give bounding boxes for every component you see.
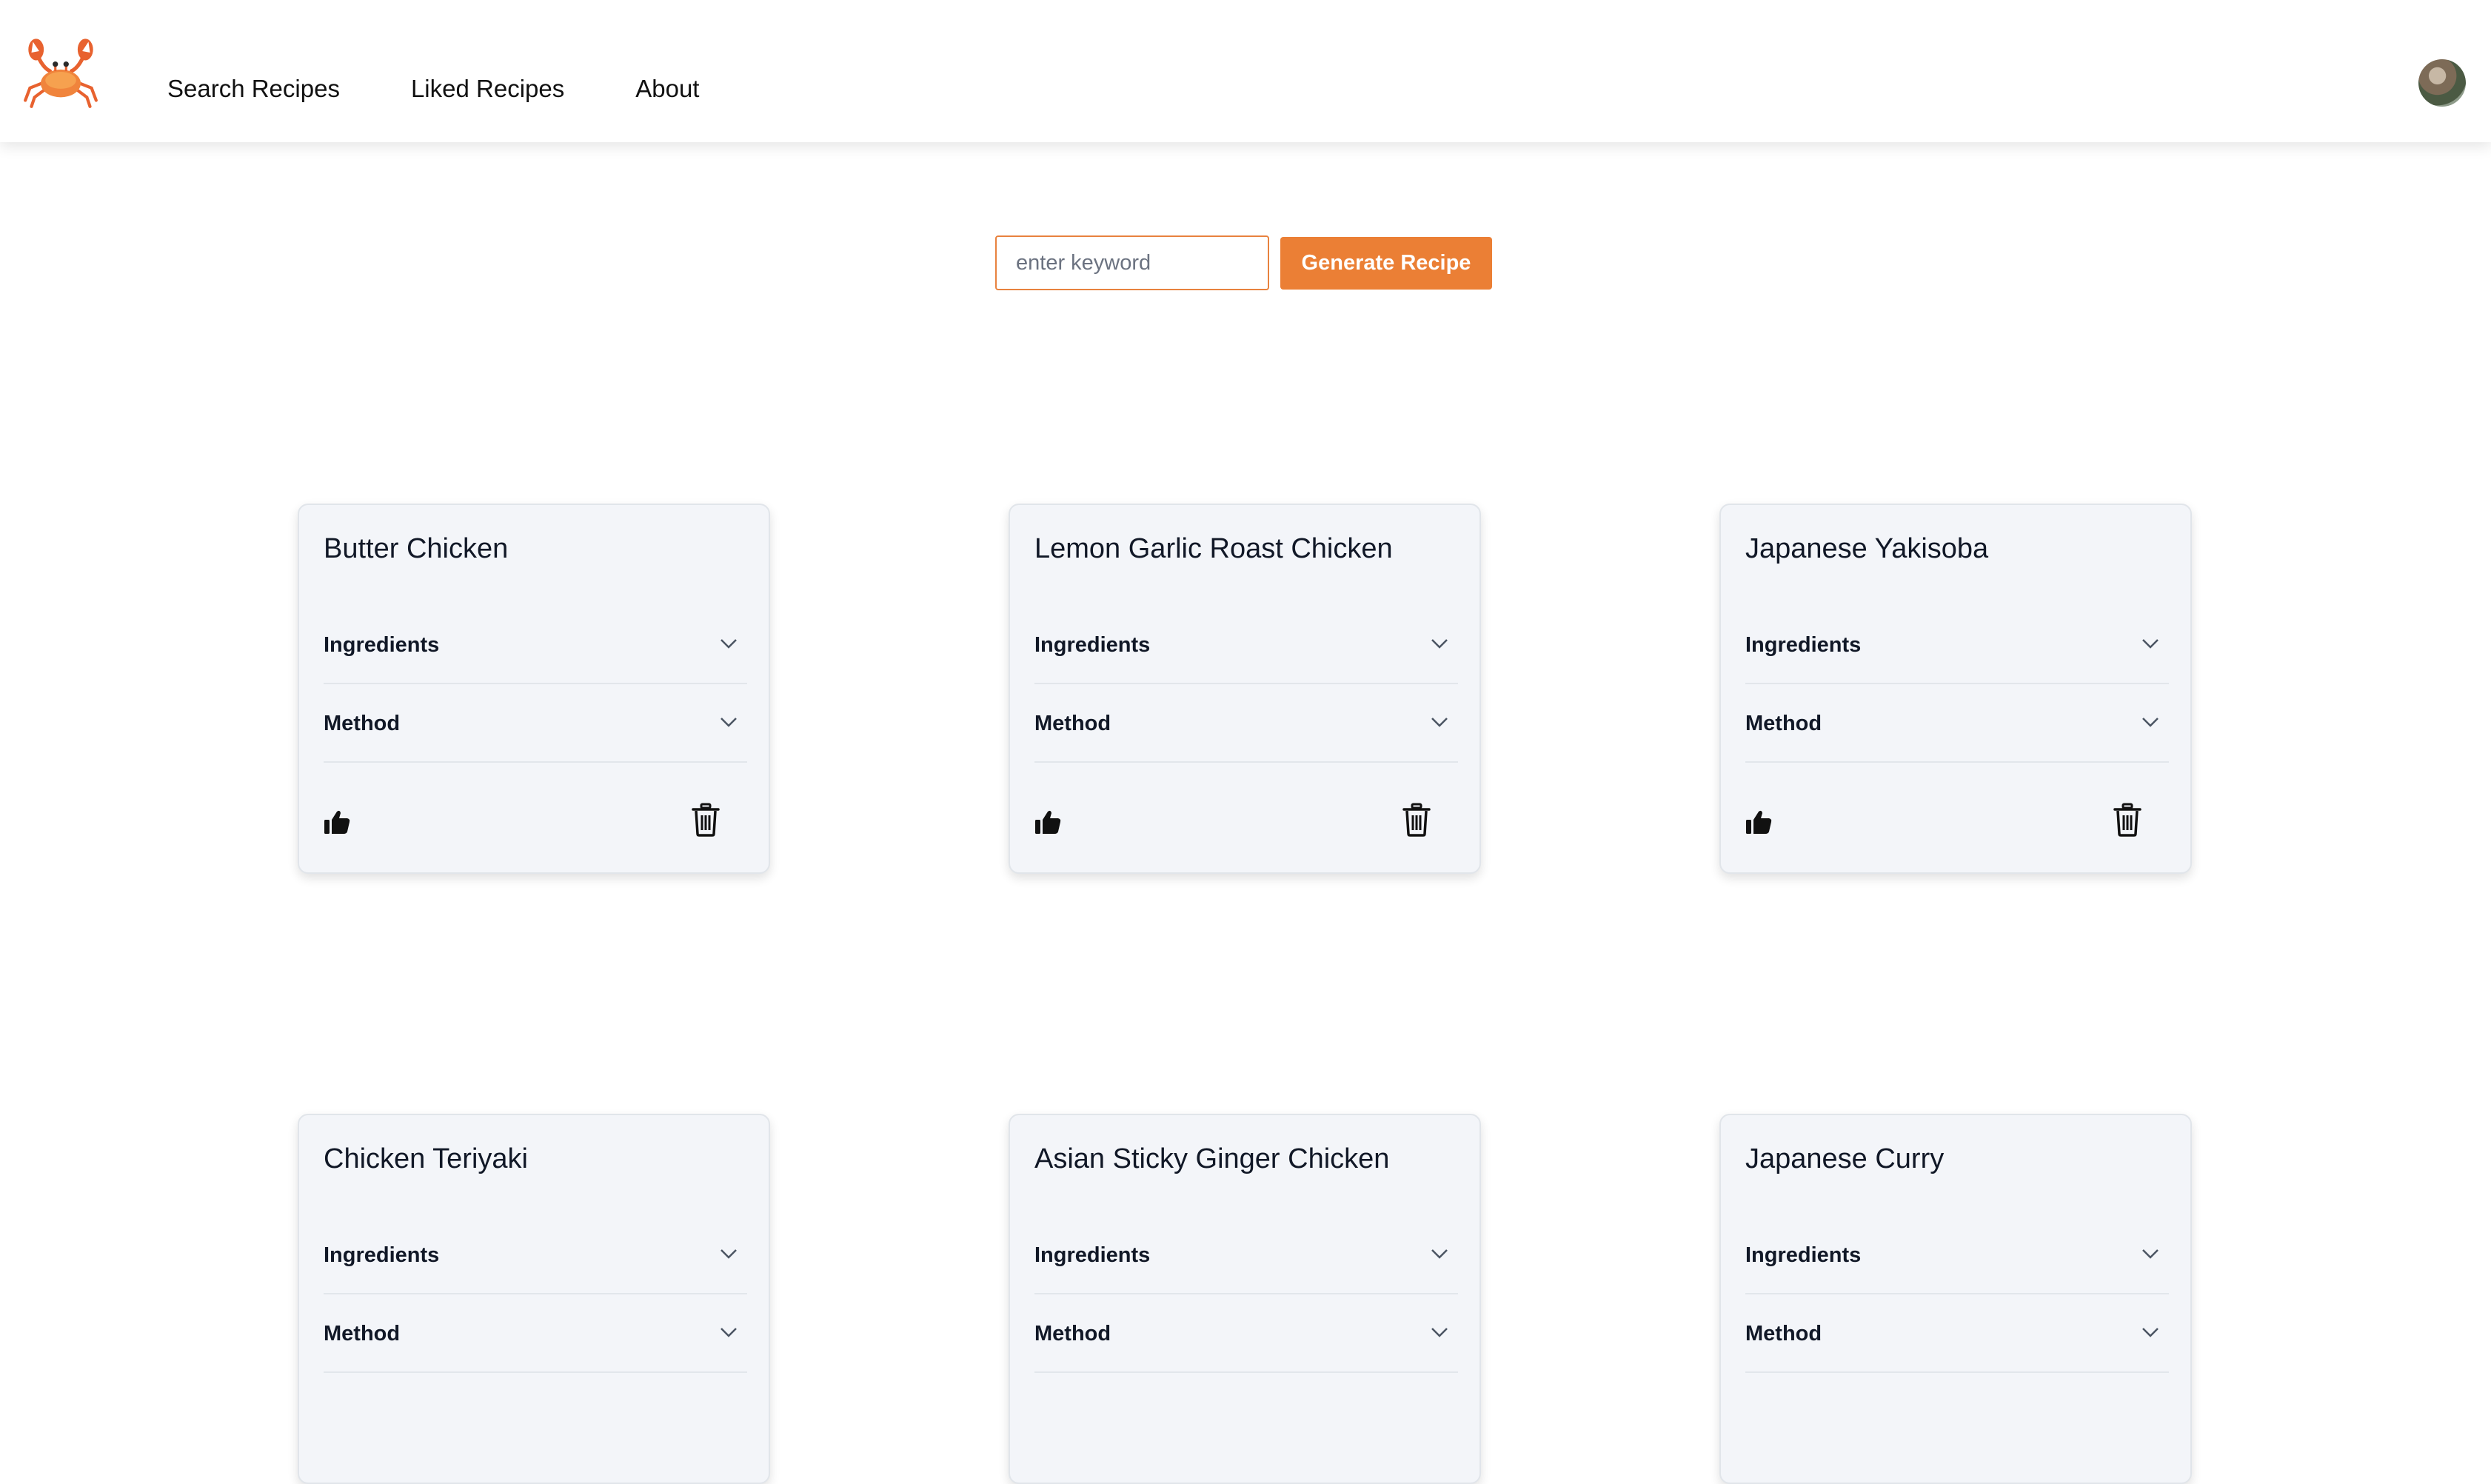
chevron-down-icon [1431, 639, 1448, 649]
ingredients-label: Ingredients [1034, 633, 1151, 657]
navbar: Search Recipes Liked Recipes About [0, 0, 2491, 142]
ingredients-label: Ingredients [1745, 1243, 1862, 1267]
ingredients-label: Ingredients [324, 633, 440, 657]
recipe-card: Butter Chicken Ingredients Method [298, 504, 770, 874]
trash-icon[interactable] [2113, 803, 2141, 837]
user-avatar[interactable] [2418, 59, 2466, 107]
trash-icon[interactable] [692, 803, 720, 837]
method-accordion[interactable]: Method [1745, 684, 2169, 763]
chevron-down-icon [720, 639, 737, 649]
chevron-down-icon [2142, 1249, 2159, 1259]
chevron-down-icon [1431, 1328, 1448, 1337]
keyword-search-input[interactable] [995, 235, 1269, 290]
ingredients-label: Ingredients [324, 1243, 440, 1267]
chevron-down-icon [2142, 718, 2159, 727]
ingredients-label: Ingredients [1034, 1243, 1151, 1267]
nav-search-recipes[interactable]: Search Recipes [167, 75, 340, 103]
nav-liked-recipes[interactable]: Liked Recipes [411, 75, 564, 103]
method-label: Method [1034, 712, 1111, 735]
nav-about[interactable]: About [635, 75, 699, 103]
method-label: Method [324, 1322, 401, 1346]
method-label: Method [1034, 1322, 1111, 1346]
recipe-card: Japanese Curry Ingredients Method [1719, 1114, 2192, 1484]
ingredients-accordion[interactable]: Ingredients [324, 606, 747, 684]
chevron-down-icon [1431, 718, 1448, 727]
method-accordion[interactable]: Method [1745, 1294, 2169, 1373]
chevron-down-icon [720, 1249, 737, 1259]
trash-icon[interactable] [1402, 803, 1431, 837]
ingredients-accordion[interactable]: Ingredients [1745, 606, 2169, 684]
recipe-card: Asian Sticky Ginger Chicken Ingredients … [1009, 1114, 1481, 1484]
ingredients-label: Ingredients [1745, 633, 1862, 657]
recipe-card: Chicken Teriyaki Ingredients Method [298, 1114, 770, 1484]
method-label: Method [1745, 1322, 1822, 1346]
main-nav: Search Recipes Liked Recipes About [167, 0, 699, 178]
recipe-card: Lemon Garlic Roast Chicken Ingredients M… [1009, 504, 1481, 874]
ingredients-accordion[interactable]: Ingredients [1034, 606, 1458, 684]
chevron-down-icon [1431, 1249, 1448, 1259]
thumbs-up-icon[interactable] [1745, 809, 1772, 835]
recipe-card: Japanese Yakisoba Ingredients Method [1719, 504, 2192, 874]
recipe-title: Lemon Garlic Roast Chicken [1034, 533, 1393, 564]
method-accordion[interactable]: Method [324, 1294, 747, 1373]
thumbs-up-icon[interactable] [1034, 809, 1061, 835]
ingredients-accordion[interactable]: Ingredients [1745, 1216, 2169, 1294]
chevron-down-icon [2142, 639, 2159, 649]
method-accordion[interactable]: Method [1034, 684, 1458, 763]
ingredients-accordion[interactable]: Ingredients [324, 1216, 747, 1294]
generate-recipe-button[interactable]: Generate Recipe [1280, 237, 1492, 290]
crab-logo-icon[interactable] [22, 33, 99, 110]
recipe-title: Chicken Teriyaki [324, 1143, 528, 1174]
method-accordion[interactable]: Method [1034, 1294, 1458, 1373]
recipe-title: Japanese Curry [1745, 1143, 1945, 1174]
recipe-title: Asian Sticky Ginger Chicken [1034, 1143, 1390, 1174]
method-label: Method [1745, 712, 1822, 735]
recipe-title: Butter Chicken [324, 533, 509, 564]
chevron-down-icon [2142, 1328, 2159, 1337]
ingredients-accordion[interactable]: Ingredients [1034, 1216, 1458, 1294]
method-label: Method [324, 712, 401, 735]
recipe-title: Japanese Yakisoba [1745, 533, 1989, 564]
chevron-down-icon [720, 718, 737, 727]
thumbs-up-icon[interactable] [324, 809, 350, 835]
method-accordion[interactable]: Method [324, 684, 747, 763]
chevron-down-icon [720, 1328, 737, 1337]
